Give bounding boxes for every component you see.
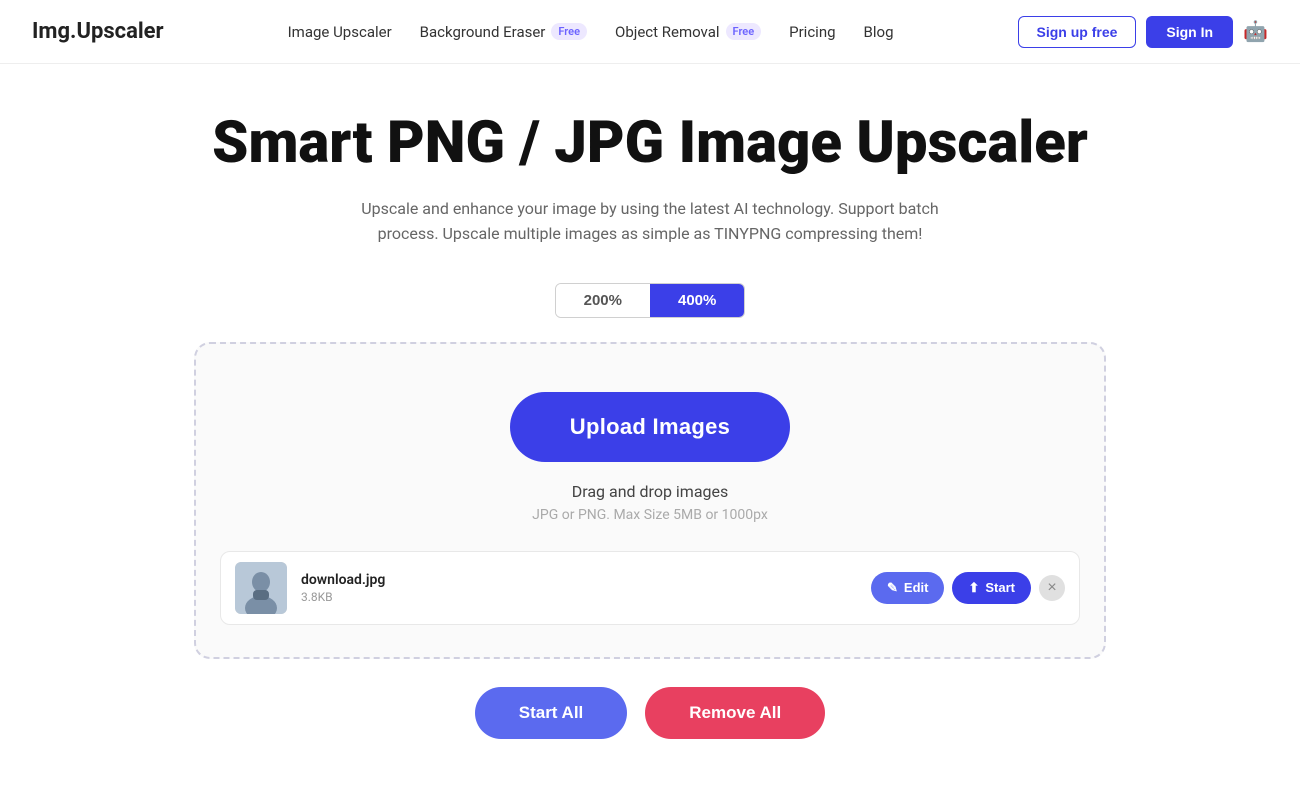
scale-400-button[interactable]: 400% xyxy=(650,284,744,317)
nav-item-image-upscaler[interactable]: Image Upscaler xyxy=(288,23,392,41)
upload-images-button[interactable]: Upload Images xyxy=(510,392,790,462)
start-all-button[interactable]: Start All xyxy=(475,687,628,739)
upload-area: Upload Images Drag and drop images JPG o… xyxy=(194,342,1106,659)
nav-item-pricing[interactable]: Pricing xyxy=(789,23,835,41)
bottom-actions: Start All Remove All xyxy=(194,687,1106,739)
remove-all-button[interactable]: Remove All xyxy=(645,687,825,739)
nav: Image Upscaler Background Eraser Free Ob… xyxy=(288,23,894,41)
header-actions: Sign up free Sign In 🤖 xyxy=(1018,16,1268,48)
robot-icon-button[interactable]: 🤖 xyxy=(1243,19,1268,44)
file-info: download.jpg 3.8KB xyxy=(301,572,871,604)
background-eraser-badge: Free xyxy=(551,23,587,40)
scale-200-button[interactable]: 200% xyxy=(556,284,650,317)
remove-file-button[interactable]: × xyxy=(1039,575,1065,601)
hero-title: Smart PNG / JPG Image Upscaler xyxy=(194,112,1106,176)
edit-file-button[interactable]: ✎ Edit xyxy=(871,572,944,604)
drag-drop-text: Drag and drop images xyxy=(220,482,1080,501)
nav-item-object-removal[interactable]: Object Removal Free xyxy=(615,23,761,41)
file-row: download.jpg 3.8KB ✎ Edit ⬆ Start × xyxy=(220,551,1080,625)
signup-button[interactable]: Sign up free xyxy=(1018,16,1137,48)
file-thumbnail xyxy=(235,562,287,614)
logo[interactable]: Img.Upscaler xyxy=(32,19,164,44)
nav-item-blog[interactable]: Blog xyxy=(864,23,894,41)
object-removal-badge: Free xyxy=(726,23,762,40)
upload-icon: ⬆ xyxy=(968,580,979,596)
thumbnail-image xyxy=(235,562,287,614)
nav-item-background-eraser[interactable]: Background Eraser Free xyxy=(420,23,587,41)
robot-icon: 🤖 xyxy=(1243,19,1268,44)
signin-button[interactable]: Sign In xyxy=(1146,16,1233,48)
hero-subtitle: Upscale and enhance your image by using … xyxy=(340,196,960,247)
edit-icon: ✎ xyxy=(887,580,898,596)
file-name: download.jpg xyxy=(301,572,871,588)
file-actions: ✎ Edit ⬆ Start × xyxy=(871,572,1065,604)
header: Img.Upscaler Image Upscaler Background E… xyxy=(0,0,1300,64)
scale-toggle: 200% 400% xyxy=(555,283,746,318)
start-file-button[interactable]: ⬆ Start xyxy=(952,572,1031,604)
close-icon: × xyxy=(1047,579,1056,597)
file-size: 3.8KB xyxy=(301,590,871,604)
main-content: Smart PNG / JPG Image Upscaler Upscale a… xyxy=(170,64,1130,799)
file-hint-text: JPG or PNG. Max Size 5MB or 1000px xyxy=(220,507,1080,523)
